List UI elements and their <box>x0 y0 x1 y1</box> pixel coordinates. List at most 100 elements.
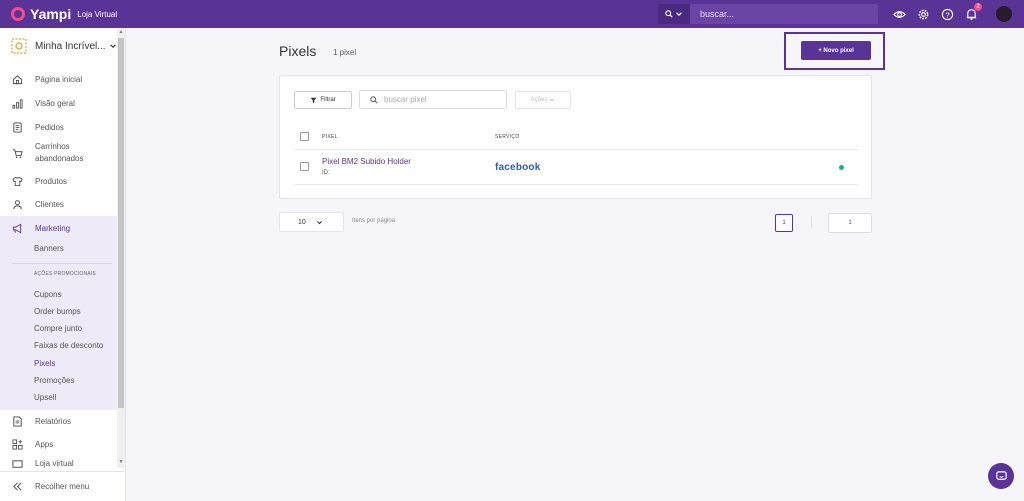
home-icon <box>12 74 23 84</box>
document-icon <box>13 121 22 133</box>
double-chevron-left-icon <box>13 482 22 491</box>
eye-icon[interactable] <box>892 7 906 21</box>
global-search <box>658 4 878 24</box>
brand-subtitle: Loja Virtual <box>77 9 118 19</box>
sidebar-item-label: Apps <box>35 439 54 449</box>
pixel-name-link[interactable]: Pixel BM2 Subido Holder <box>322 157 411 166</box>
sidebar-item-label: Clientes <box>35 199 64 209</box>
gear-icon[interactable] <box>916 7 930 21</box>
new-pixel-button[interactable]: + Novo pixel <box>801 41 871 60</box>
column-header-service: SERVIÇO <box>495 134 520 140</box>
top-bar: Yampi Loja Virtual ? 2 <box>0 0 1024 28</box>
search-icon <box>370 95 378 104</box>
store-selector[interactable]: Minha Incrível... <box>0 28 125 64</box>
sidebar-item-home[interactable]: Página inicial <box>0 72 117 86</box>
bell-icon[interactable]: 2 <box>964 3 982 21</box>
store-icon <box>12 460 23 468</box>
cart-icon <box>12 148 23 158</box>
report-icon <box>13 415 22 427</box>
sidebar-subitem-pixels[interactable]: Pixels <box>34 359 55 368</box>
search-type-dropdown[interactable] <box>658 4 690 24</box>
row-checkbox[interactable] <box>300 162 309 171</box>
filter-label: Filtrar <box>320 97 336 103</box>
avatar[interactable] <box>996 6 1012 22</box>
chat-button[interactable] <box>988 463 1014 489</box>
page-button-current[interactable]: 1 <box>775 214 793 232</box>
sidebar-item-online-store[interactable]: Loja virtual <box>0 459 117 468</box>
sidebar-item-label: Carrinhos abandonados <box>35 142 84 163</box>
scroll-up-icon[interactable]: ▲ <box>117 28 125 36</box>
sidebar-subitem-banners[interactable]: Banners <box>34 244 64 253</box>
global-search-input[interactable] <box>690 4 878 24</box>
filter-button[interactable]: Filtrar <box>294 91 352 109</box>
pixel-search-input[interactable] <box>384 95 504 104</box>
apps-icon <box>12 439 23 449</box>
sidebar-subitem-discount-ranges[interactable]: Faixas de desconto <box>34 341 103 350</box>
sidebar-item-customers[interactable]: Clientes <box>0 197 117 211</box>
sidebar-item-marketing[interactable]: Marketing <box>0 221 117 235</box>
divider <box>294 184 859 185</box>
scroll-down-icon[interactable]: ▼ <box>117 458 125 466</box>
store-logo-icon <box>11 38 27 54</box>
chevron-down-icon <box>316 220 322 224</box>
store-name: Minha Incrível... <box>35 40 106 52</box>
chevron-down-icon <box>676 12 682 16</box>
collapse-menu-label: Recolher menu <box>35 482 90 491</box>
page-number-input[interactable]: 1 <box>828 213 872 233</box>
sidebar-item-label: Página inicial <box>35 74 83 84</box>
sidebar: Minha Incrível... ▲ ▼ Página inicial Vis… <box>0 28 126 501</box>
page-title: Pixels <box>279 43 317 59</box>
sidebar-item-label: Loja virtual <box>35 459 74 468</box>
chevron-down-icon <box>109 44 116 48</box>
brand-logo[interactable]: Yampi Loja Virtual <box>11 6 117 22</box>
sidebar-subitem-buy-together[interactable]: Compre junto <box>34 324 82 333</box>
bar-chart-icon <box>12 98 23 108</box>
divider <box>294 149 859 150</box>
pixel-id: ID: <box>322 170 330 176</box>
user-icon <box>13 199 22 209</box>
sidebar-subitem-coupons[interactable]: Cupons <box>34 290 62 299</box>
actions-dropdown[interactable]: Ações <box>515 91 571 109</box>
sidebar-subitem-upsell[interactable]: Upsell <box>34 393 56 402</box>
sidebar-item-label: Visão geral <box>35 98 75 108</box>
sidebar-item-orders[interactable]: Pedidos <box>0 120 117 134</box>
actions-label: Ações <box>530 97 548 103</box>
scroll-thumb[interactable] <box>118 38 124 408</box>
sidebar-item-products[interactable]: Produtos <box>0 174 117 188</box>
chat-icon <box>995 470 1007 480</box>
search-icon <box>665 10 673 18</box>
status-indicator <box>839 165 844 170</box>
sidebar-item-abandoned-carts[interactable]: Carrinhos abandonados <box>0 141 117 165</box>
sidebar-item-reports[interactable]: Relatórios <box>0 414 117 428</box>
sidebar-item-label: Marketing <box>35 223 71 233</box>
sidebar-item-label: Pedidos <box>35 122 64 132</box>
per-page-value: 10 <box>298 218 306 226</box>
column-header-pixel: PIXEL <box>322 134 338 140</box>
sidebar-item-label: Produtos <box>35 176 68 186</box>
per-page-label: Itens por página <box>352 218 396 224</box>
sidebar-item-label: Relatórios <box>35 416 72 426</box>
sidebar-subitem-order-bumps[interactable]: Order bumps <box>34 307 81 316</box>
chevron-down-icon <box>550 98 555 102</box>
per-page-select[interactable]: 10 <box>279 212 344 232</box>
brand-name: Yampi <box>30 6 72 22</box>
svg-text:?: ? <box>945 10 949 19</box>
collapse-menu-button[interactable]: Recolher menu <box>0 471 126 501</box>
select-all-checkbox[interactable] <box>300 132 309 141</box>
section-label-promotional-actions: AÇÕES PROMOCIONAIS <box>34 271 96 277</box>
sidebar-subitem-promotions[interactable]: Promoções <box>34 376 74 385</box>
notification-badge: 2 <box>974 3 982 11</box>
sidebar-scrollbar[interactable]: ▲ ▼ <box>117 28 125 468</box>
sidebar-item-apps[interactable]: Apps <box>0 437 117 451</box>
pixel-count: 1 pixel <box>333 48 357 57</box>
filter-icon <box>311 97 317 103</box>
yampi-logo-icon <box>11 7 25 21</box>
sidebar-item-overview[interactable]: Visão geral <box>0 96 117 110</box>
pixel-search <box>359 90 507 109</box>
section-divider <box>12 263 112 264</box>
megaphone-icon <box>12 223 22 233</box>
shirt-icon <box>12 176 23 186</box>
top-icons: ? 2 <box>882 0 1012 28</box>
help-icon[interactable]: ? <box>940 7 954 21</box>
pixels-card: Filtrar Ações PIXEL SERVIÇO Pixel BM2 Su… <box>279 75 872 199</box>
